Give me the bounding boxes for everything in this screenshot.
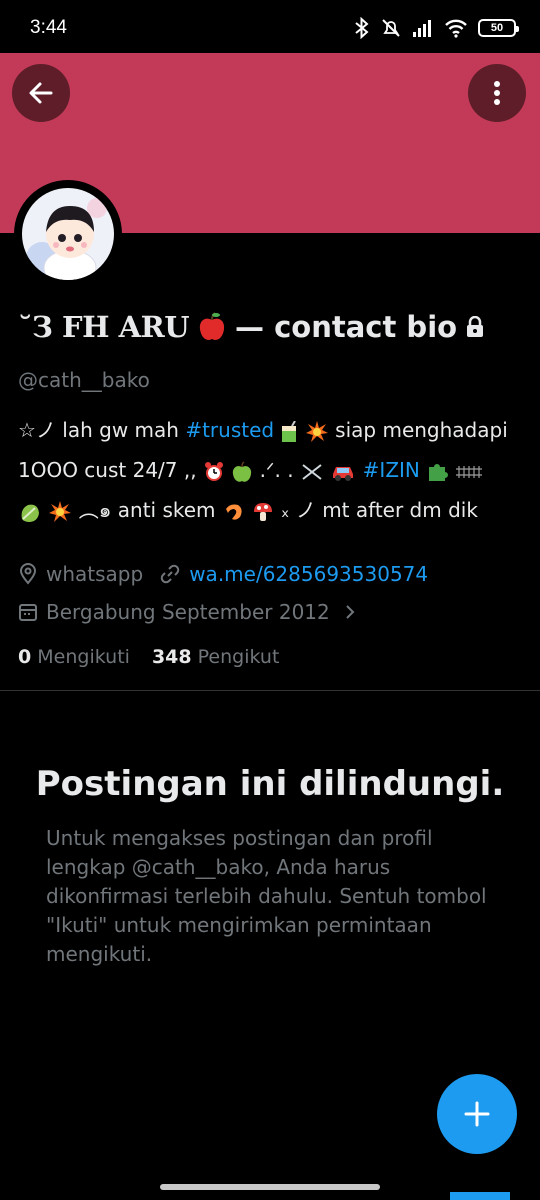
- shrimp-emoji-icon: [225, 504, 242, 520]
- profile-avatar[interactable]: [14, 180, 122, 288]
- home-indicator[interactable]: [160, 1184, 380, 1190]
- collision-emoji-icon: [49, 500, 72, 522]
- bluetooth-icon: [355, 17, 369, 39]
- more-vertical-icon: [494, 81, 500, 105]
- protected-message: Untuk mengakses postingan dan profil len…: [46, 826, 487, 966]
- crossed-swords-emoji-icon: [302, 463, 322, 480]
- bottom-edge-accent: [450, 1192, 510, 1200]
- protected-title: Postingan ini dilindungi.: [35, 764, 505, 804]
- location-text: whatsapp: [46, 562, 144, 586]
- mushroom-emoji-icon: [254, 502, 273, 521]
- link-icon: [160, 564, 180, 584]
- profile-meta: whatsapp wa.me/6285693530574: [18, 562, 428, 586]
- juice-box-emoji-icon: [282, 420, 297, 442]
- profile-bio: ☆ノ lah gw mah #trusted siap menghadapi 1…: [18, 410, 528, 530]
- followers-stat[interactable]: 348 Pengikut: [152, 646, 279, 668]
- bio-text: ₓ ノ mt after dm dik: [274, 498, 478, 522]
- compose-plus-icon: [464, 1101, 490, 1127]
- bio-text: .ᐟ. .: [253, 458, 300, 482]
- joined-date: Bergabung September 2012: [46, 600, 330, 624]
- following-label: Mengikuti: [37, 646, 130, 668]
- puzzle-emoji-icon: [429, 463, 449, 481]
- followers-count: 348: [151, 646, 192, 668]
- avatar-image: [22, 188, 114, 280]
- divider: [0, 690, 540, 691]
- profile-handle: @cath__bako: [18, 368, 150, 392]
- collision-emoji-icon: [305, 420, 328, 442]
- following-stat[interactable]: 0 Mengikuti: [18, 646, 130, 668]
- battery-indicator: 50: [478, 19, 519, 37]
- hashtag-link[interactable]: #trusted: [185, 418, 274, 442]
- status-bar: 3:44 50: [0, 0, 540, 56]
- website-link[interactable]: wa.me/6285693530574: [189, 562, 428, 586]
- bio-text: ☆ノ lah gw mah: [18, 418, 186, 442]
- alarm-clock-emoji-icon: [204, 461, 223, 481]
- compose-button[interactable]: [437, 1074, 517, 1154]
- bio-text: siap menghadapi: [328, 418, 508, 442]
- location-icon: [19, 563, 37, 585]
- signal-icon: [413, 20, 431, 37]
- display-name-text: ˘З FH ARU: [18, 310, 190, 344]
- follow-stats: 0 Mengikuti 348 Pengikut: [18, 646, 279, 668]
- bio-text: ︵๑ anti skem: [72, 498, 222, 522]
- mute-icon: [382, 19, 400, 37]
- joined-row[interactable]: Bergabung September 2012: [18, 600, 368, 624]
- hashtag-link[interactable]: #IZIN: [363, 458, 420, 482]
- display-name-suffix: — contact bio: [235, 310, 458, 344]
- green-apple-emoji-icon: [233, 460, 252, 482]
- lock-icon: [467, 316, 484, 337]
- apple-emoji-icon: [199, 312, 225, 340]
- back-arrow-icon: [29, 82, 53, 104]
- status-time: 3:44: [30, 17, 67, 38]
- calendar-icon: [19, 604, 37, 621]
- following-count: 0: [18, 646, 32, 668]
- display-name: ˘З FH ARU — contact bio: [18, 310, 485, 344]
- followers-label: Pengikut: [197, 646, 280, 668]
- wifi-icon: [445, 19, 467, 38]
- back-button[interactable]: [12, 64, 70, 122]
- chevron-right-icon: [346, 605, 355, 619]
- status-icons: 50: [354, 17, 519, 39]
- bio-text: 1OOO cust 24/7 ,,: [18, 458, 203, 482]
- car-emoji-icon: [333, 466, 354, 481]
- lettuce-emoji-icon: [21, 504, 39, 522]
- fence-decoration-icon: [455, 465, 482, 478]
- more-options-button[interactable]: [468, 64, 526, 122]
